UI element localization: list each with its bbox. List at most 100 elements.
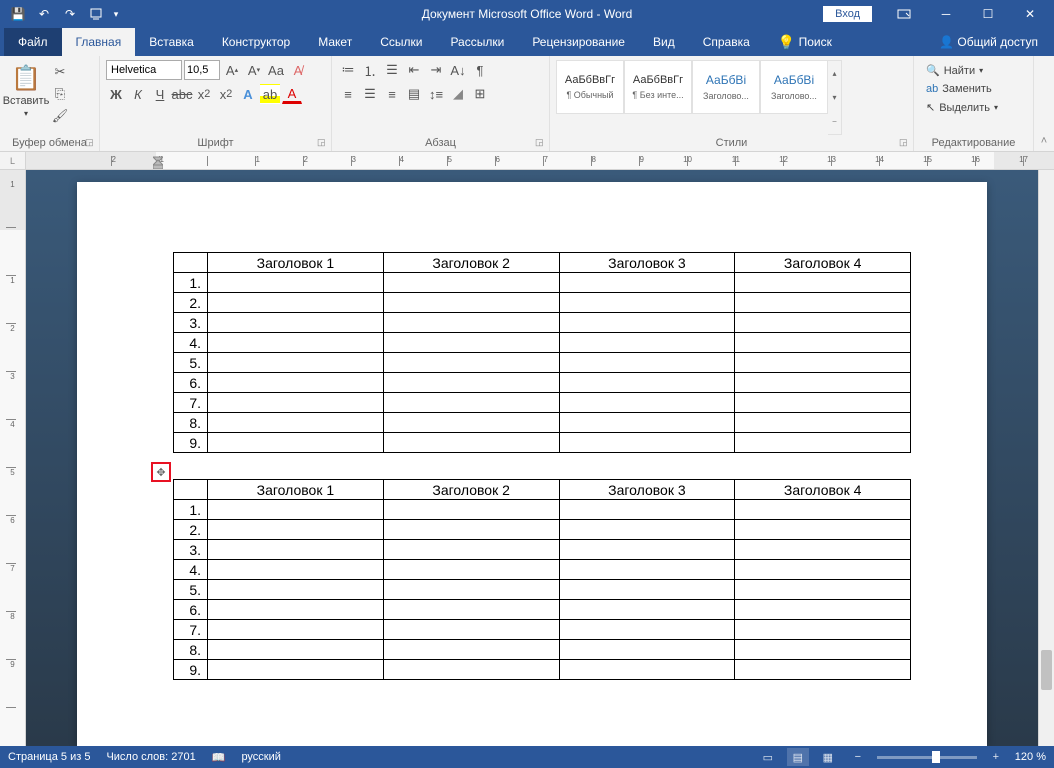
zoom-slider[interactable] — [877, 756, 977, 759]
table-row-number[interactable]: 6. — [174, 373, 208, 393]
style-no-spacing[interactable]: АаБбВвГг¶ Без инте... — [624, 60, 692, 114]
tell-me[interactable]: 💡 Поиск — [764, 28, 846, 56]
sign-in-button[interactable]: Вход — [823, 6, 872, 22]
paste-button[interactable]: 📋 Вставить ▾ — [6, 60, 46, 135]
table-cell[interactable] — [208, 600, 384, 620]
table-cell[interactable] — [208, 660, 384, 680]
undo-button[interactable]: ↶ — [32, 2, 56, 26]
clear-formatting-button[interactable]: A̸ — [288, 60, 308, 80]
table-header-cell[interactable]: Заголовок 3 — [559, 480, 735, 500]
table-cell[interactable] — [383, 413, 559, 433]
table-row-number[interactable]: 7. — [174, 393, 208, 413]
tab-design[interactable]: Конструктор — [208, 28, 304, 56]
table-cell[interactable] — [208, 580, 384, 600]
table-cell[interactable] — [383, 333, 559, 353]
subscript-button[interactable]: x2 — [194, 84, 214, 104]
align-left-button[interactable]: ≡ — [338, 84, 358, 104]
table-cell[interactable] — [208, 353, 384, 373]
styles-launcher[interactable]: ◲ — [899, 137, 911, 149]
table-cell[interactable] — [559, 620, 735, 640]
font-color-button[interactable]: A — [282, 84, 302, 104]
numbering-button[interactable]: ⒈ — [360, 60, 380, 80]
text-effects-button[interactable]: A — [238, 84, 258, 104]
table-cell[interactable] — [208, 333, 384, 353]
document-table-1[interactable]: Заголовок 1Заголовок 2Заголовок 3Заголов… — [173, 252, 911, 453]
table-cell[interactable] — [208, 413, 384, 433]
table-cell[interactable] — [383, 273, 559, 293]
sort-button[interactable]: A↓ — [448, 60, 468, 80]
table-cell[interactable] — [559, 600, 735, 620]
page-indicator[interactable]: Страница 5 из 5 — [8, 751, 90, 763]
table-cell[interactable] — [383, 540, 559, 560]
table-row-number[interactable]: 1. — [174, 500, 208, 520]
table-cell[interactable] — [383, 500, 559, 520]
table-cell[interactable] — [383, 373, 559, 393]
tab-references[interactable]: Ссылки — [366, 28, 436, 56]
qat-dropdown-icon[interactable]: ▾ — [110, 2, 122, 26]
table-cell[interactable] — [208, 293, 384, 313]
shrink-font-button[interactable]: A▾ — [244, 60, 264, 80]
tab-insert[interactable]: Вставка — [135, 28, 208, 56]
table-cell[interactable] — [383, 433, 559, 453]
page[interactable]: Заголовок 1Заголовок 2Заголовок 3Заголов… — [77, 182, 987, 746]
table-header-cell[interactable]: Заголовок 4 — [735, 253, 911, 273]
select-button[interactable]: ↖Выделить▾ — [920, 99, 1004, 116]
table-cell[interactable] — [208, 393, 384, 413]
table-row-number[interactable]: 1. — [174, 273, 208, 293]
underline-button[interactable]: Ч — [150, 84, 170, 104]
tab-view[interactable]: Вид — [639, 28, 689, 56]
horizontal-ruler[interactable]: L 211234567891011121314151617 — [0, 152, 1054, 170]
table-cell[interactable] — [559, 520, 735, 540]
table-cell[interactable] — [383, 640, 559, 660]
table-cell[interactable] — [559, 540, 735, 560]
table-cell[interactable] — [559, 373, 735, 393]
table-cell[interactable] — [383, 580, 559, 600]
table-cell[interactable] — [735, 660, 911, 680]
tab-file[interactable]: Файл — [4, 28, 62, 56]
font-name-input[interactable] — [106, 60, 182, 80]
table-cell[interactable] — [735, 620, 911, 640]
font-size-input[interactable] — [184, 60, 220, 80]
table-cell[interactable] — [208, 620, 384, 640]
table-row-number[interactable]: 9. — [174, 433, 208, 453]
proofing-button[interactable]: 📖 — [212, 751, 226, 764]
table-cell[interactable] — [383, 560, 559, 580]
table-header-cell[interactable]: Заголовок 2 — [383, 253, 559, 273]
table-row-number[interactable]: 2. — [174, 293, 208, 313]
table-cell[interactable] — [735, 393, 911, 413]
vertical-scrollbar[interactable] — [1038, 170, 1054, 746]
table-row-number[interactable]: 8. — [174, 413, 208, 433]
table-row-number[interactable]: 6. — [174, 600, 208, 620]
table-cell[interactable] — [383, 313, 559, 333]
document-table-2[interactable]: Заголовок 1Заголовок 2Заголовок 3Заголов… — [173, 479, 911, 680]
qat-customize-button[interactable] — [84, 2, 108, 26]
table-header-cell[interactable]: Заголовок 2 — [383, 480, 559, 500]
align-center-button[interactable]: ☰ — [360, 84, 380, 104]
tab-home[interactable]: Главная — [62, 28, 136, 56]
table-cell[interactable] — [735, 640, 911, 660]
table-cell[interactable] — [559, 333, 735, 353]
table-row-number[interactable]: 9. — [174, 660, 208, 680]
document-scroll[interactable]: Заголовок 1Заголовок 2Заголовок 3Заголов… — [26, 170, 1038, 746]
tab-help[interactable]: Справка — [689, 28, 764, 56]
tab-selector[interactable]: L — [0, 152, 26, 169]
language-indicator[interactable]: русский — [241, 751, 280, 763]
superscript-button[interactable]: x2 — [216, 84, 236, 104]
tab-review[interactable]: Рецензирование — [518, 28, 639, 56]
table-cell[interactable] — [383, 620, 559, 640]
table-header-cell[interactable]: Заголовок 3 — [559, 253, 735, 273]
decrease-indent-button[interactable]: ⇤ — [404, 60, 424, 80]
table-move-handle[interactable]: ✥ — [151, 462, 171, 482]
increase-indent-button[interactable]: ⇥ — [426, 60, 446, 80]
find-button[interactable]: 🔍Найти▾ — [920, 62, 1004, 79]
zoom-level[interactable]: 120 % — [1015, 751, 1046, 763]
table-cell[interactable] — [208, 540, 384, 560]
table-cell[interactable] — [735, 373, 911, 393]
table-row-number[interactable]: 4. — [174, 333, 208, 353]
table-cell[interactable] — [735, 540, 911, 560]
bullets-button[interactable]: ≔ — [338, 60, 358, 80]
zoom-in-button[interactable]: + — [985, 748, 1007, 766]
table-header-cell[interactable]: Заголовок 4 — [735, 480, 911, 500]
close-button[interactable]: ✕ — [1010, 0, 1050, 28]
table-cell[interactable] — [735, 273, 911, 293]
